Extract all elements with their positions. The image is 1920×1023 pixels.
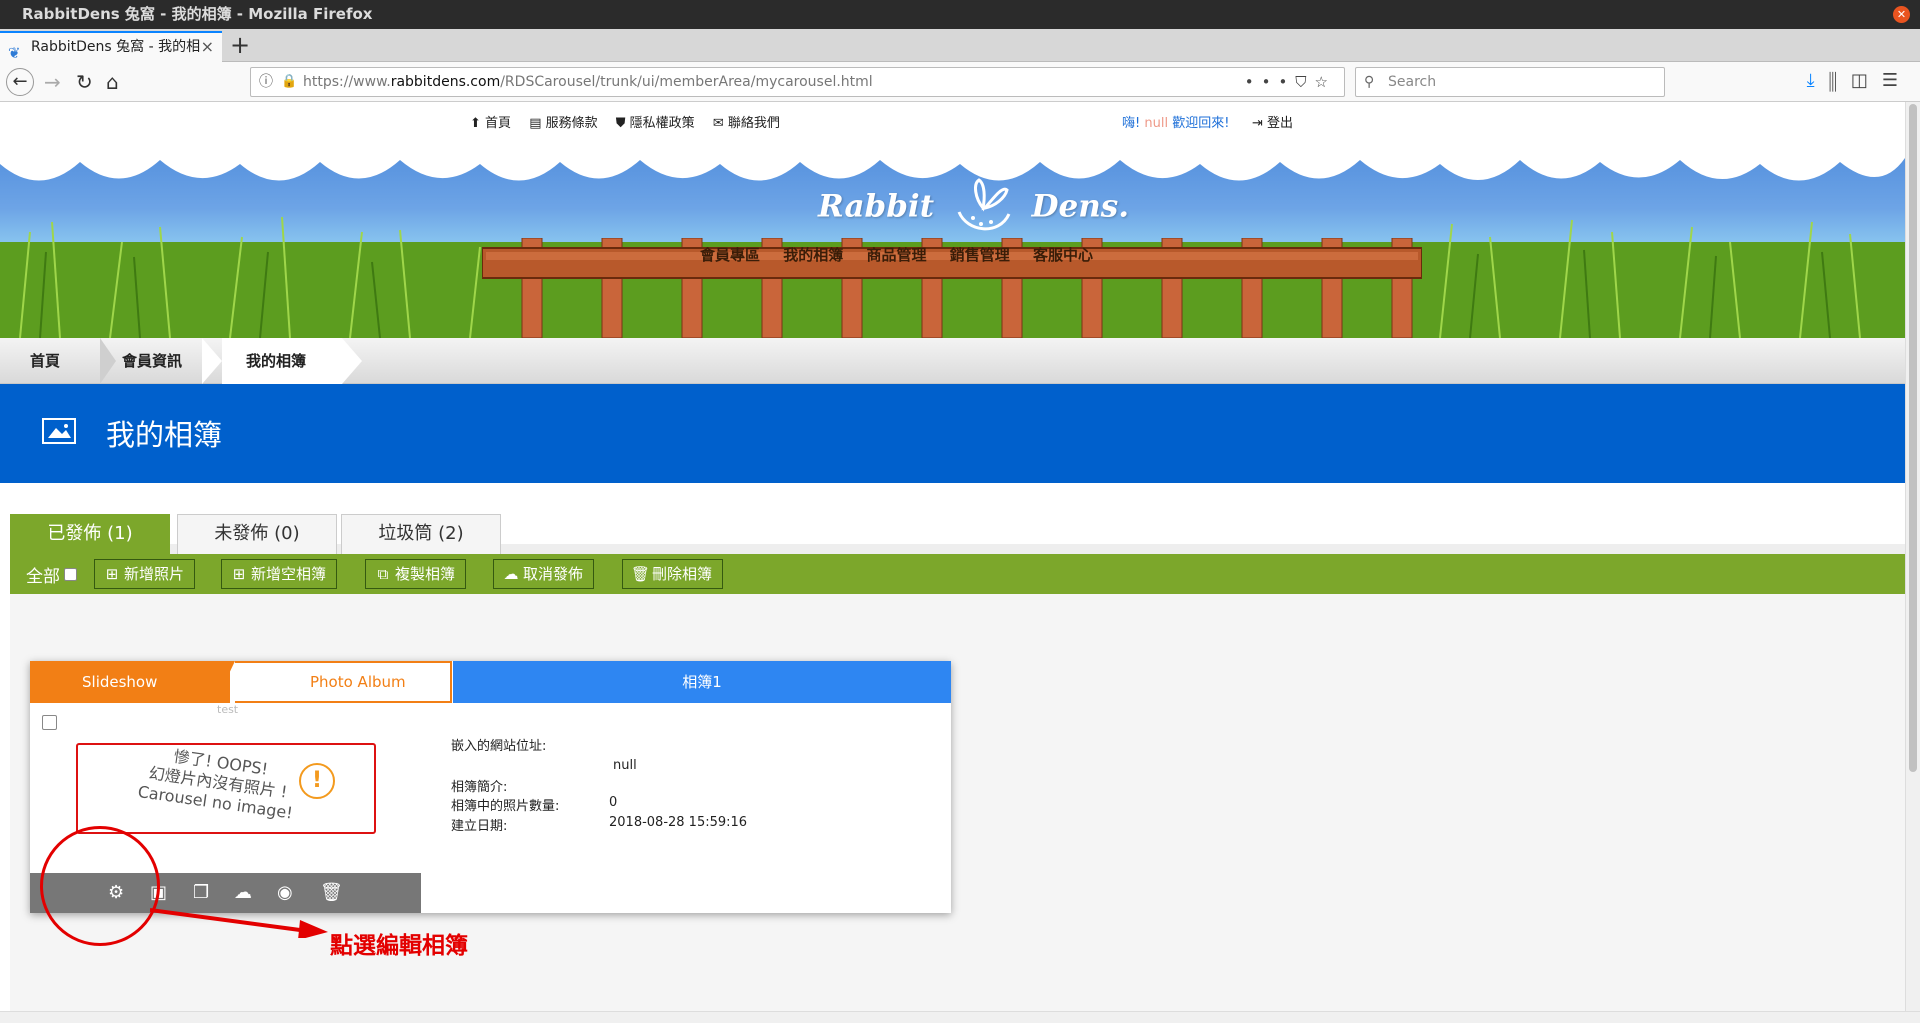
annotation-circle	[40, 826, 160, 946]
tab-unpublished[interactable]: 未發佈 (0)	[177, 514, 337, 554]
empty-carousel-message: 慘了! OOPS! 幻燈片內沒有照片 ! Carousel no image!	[136, 746, 294, 823]
home-button[interactable]: ⌂	[106, 68, 119, 96]
menu-member-area[interactable]: 會員專區	[700, 246, 760, 264]
window-titlebar: RabbitDens 兔窩 - 我的相簿 - Mozilla Firefox ✕	[0, 0, 1920, 29]
browser-tab[interactable]: ❦ RabbitDens 兔窩 - 我的相 ×	[0, 31, 222, 62]
annotation-text: 點選編輯相簿	[330, 933, 468, 959]
url-bar[interactable]: ⓘ 🔒 https://www.rabbitdens.com/RDSCarous…	[250, 67, 1345, 97]
scroll-thumb[interactable]	[1909, 104, 1917, 772]
eye-icon[interactable]: ◉	[277, 882, 293, 904]
album-action-bar: 全部 ⊞ 新增照片 ⊞ 新增空相簿 ⧉ 複製相簿 ☁ 取消發佈 🗑 刪除相簿	[10, 554, 1905, 594]
library-icon[interactable]: ⫼	[1829, 70, 1851, 91]
plus-square-icon: ⊞	[105, 565, 119, 583]
lock-icon: 🔒	[281, 74, 298, 89]
reload-button[interactable]: ↻	[76, 68, 93, 96]
navigation-toolbar: ← → ↻ ⌂ ⓘ 🔒 https://www.rabbitdens.com/R…	[0, 62, 1920, 102]
breadcrumb-home[interactable]: 首頁	[30, 338, 60, 384]
url-host: rabbitdens.com	[390, 74, 501, 90]
rabbit-logo-icon	[957, 178, 1011, 231]
breadcrumb-current: 我的相簿	[222, 338, 342, 384]
search-icon: ⚲	[1364, 74, 1375, 90]
toolbar-right-icons[interactable]: ⤓⫼◫☰	[1807, 70, 1912, 91]
delete-album-button[interactable]: 🗑 刪除相簿	[622, 559, 724, 589]
created-date-label: 建立日期:	[451, 819, 508, 834]
site-logo[interactable]: Rabbit Dens.	[818, 178, 1129, 238]
plus-square-icon: ⊞	[232, 565, 246, 583]
url-path: /RDSCarousel/trunk/ui/memberArea/mycarou…	[500, 74, 873, 90]
tab-divider	[215, 661, 235, 703]
breadcrumb-separator	[202, 338, 222, 384]
greeting-username: null	[1144, 116, 1169, 131]
topnav-contact[interactable]: ✉ 聯絡我們	[713, 116, 780, 131]
url-prefix: https://www.	[303, 74, 391, 90]
topnav-privacy[interactable]: ⛊ 隱私權政策	[616, 116, 695, 131]
menu-sales[interactable]: 銷售管理	[950, 246, 1010, 264]
top-navigation: ⬆ 首頁 ▤ 服務條款 ⛊ 隱私權政策 ✉ 聯絡我們	[470, 112, 794, 131]
slideshow-tab[interactable]: Slideshow	[30, 661, 230, 703]
breadcrumb: 首頁 會員資訊 我的相簿	[0, 338, 1905, 384]
cloud-icon: ☁	[503, 565, 519, 583]
trash-icon: 🗑	[631, 565, 651, 583]
photo-album-tab[interactable]: Photo Album	[235, 661, 452, 703]
copy-icon: ⧉	[377, 565, 389, 583]
horizontal-scrollbar[interactable]	[0, 1011, 1920, 1023]
back-button[interactable]: ←	[6, 68, 34, 96]
window-close-button[interactable]: ✕	[1893, 6, 1910, 23]
select-all[interactable]: 全部	[26, 562, 77, 587]
intro-label: 相簿簡介:	[451, 780, 508, 795]
breadcrumb-current-arrow	[342, 338, 362, 384]
cloud-download-icon[interactable]: ☁	[234, 882, 252, 904]
info-icon[interactable]: ⓘ	[259, 68, 273, 96]
sidebar-icon[interactable]: ◫	[1851, 70, 1882, 91]
annotation-arrow	[150, 908, 328, 938]
page-title-band: 我的相簿	[0, 384, 1905, 483]
trash-icon[interactable]: 🗑	[320, 882, 343, 904]
member-menu: 會員專區 我的相簿 商品管理 銷售管理 客服中心	[700, 244, 1111, 265]
warning-icon: !	[299, 763, 335, 799]
tab-published[interactable]: 已發佈 (1)	[10, 514, 170, 554]
menu-my-albums[interactable]: 我的相簿	[783, 246, 843, 264]
search-bar[interactable]: ⚲ Search	[1355, 67, 1665, 97]
empty-carousel-placeholder: 慘了! OOPS! 幻燈片內沒有照片 ! Carousel no image! …	[76, 743, 376, 834]
tab-title: RabbitDens 兔窩 - 我的相	[31, 39, 201, 55]
tab-strip: ❦ RabbitDens 兔窩 - 我的相 × +	[0, 29, 1920, 62]
photo-count-value: 0	[609, 795, 618, 810]
forward-button[interactable]: →	[44, 68, 61, 96]
user-greeting: 嗨! null 歡迎回來!	[1122, 116, 1230, 131]
unpublish-button[interactable]: ☁ 取消發佈	[493, 559, 595, 589]
tab-trash[interactable]: 垃圾筒 (2)	[341, 514, 501, 554]
breadcrumb-member[interactable]: 會員資訊	[122, 338, 182, 384]
embed-url-value: null	[613, 758, 637, 773]
created-date-value: 2018-08-28 15:59:16	[609, 815, 748, 830]
album-card: Slideshow Photo Album 相簿1 test 慘了! OOPS!…	[30, 661, 951, 913]
embed-url-label: 嵌入的網站位址:	[451, 739, 547, 754]
copy-album-button[interactable]: ⧉ 複製相簿	[365, 559, 467, 589]
breadcrumb-separator	[100, 338, 116, 384]
download-icon[interactable]: ⤓	[1807, 70, 1829, 91]
vertical-scrollbar[interactable]	[1905, 102, 1920, 1011]
rabbit-favicon-icon: ❦	[8, 44, 21, 62]
menu-support[interactable]: 客服中心	[1033, 246, 1093, 264]
add-empty-album-button[interactable]: ⊞ 新增空相簿	[221, 559, 338, 589]
tab-close-icon[interactable]: ×	[201, 33, 214, 61]
topnav-terms[interactable]: ▤ 服務條款	[529, 116, 597, 131]
site-banner: ⬆ 首頁 ▤ 服務條款 ⛊ 隱私權政策 ✉ 聯絡我們 嗨! null 歡迎回來!…	[0, 102, 1905, 338]
photo-album-icon	[42, 418, 76, 444]
new-tab-button[interactable]: +	[230, 31, 250, 59]
search-placeholder: Search	[1388, 74, 1437, 90]
select-all-checkbox[interactable]	[64, 568, 77, 581]
window-title: RabbitDens 兔窩 - 我的相簿 - Mozilla Firefox	[22, 5, 373, 23]
album-title: 相簿1	[453, 661, 951, 703]
album-select-checkbox[interactable]	[42, 715, 57, 730]
menu-products[interactable]: 商品管理	[867, 246, 927, 264]
photo-count-label: 相簿中的照片數量:	[451, 799, 560, 814]
album-tag: test	[217, 703, 239, 716]
copy-icon[interactable]: ❐	[193, 882, 209, 904]
logout-link[interactable]: ⇥ 登出	[1252, 112, 1293, 131]
page-actions[interactable]: •••⛉☆	[1245, 68, 1336, 96]
menu-icon[interactable]: ☰	[1882, 70, 1912, 91]
topnav-home[interactable]: ⬆ 首頁	[470, 116, 511, 131]
add-photo-button[interactable]: ⊞ 新增照片	[94, 559, 196, 589]
page-title: 我的相簿	[106, 418, 223, 452]
